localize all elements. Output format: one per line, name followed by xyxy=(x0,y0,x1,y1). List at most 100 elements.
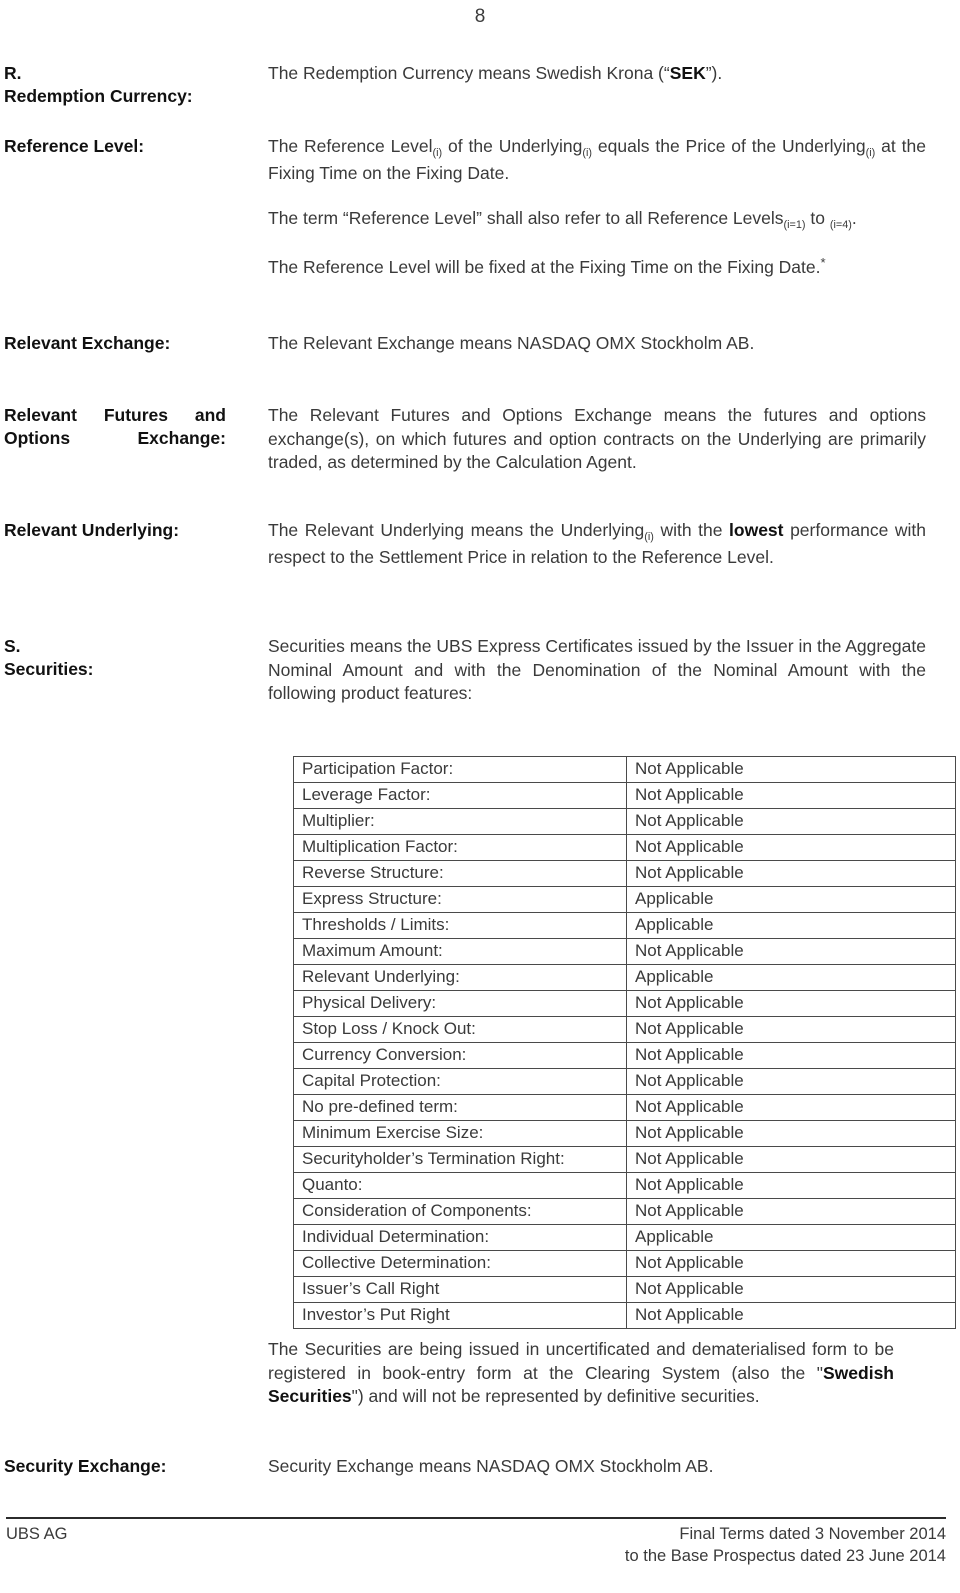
text-run: equals the Price of the Underlying xyxy=(592,136,866,156)
table-row: Currency Conversion: Not Applicable xyxy=(293,1042,956,1069)
page-footer: UBS AG Final Terms dated 3 November 2014… xyxy=(6,1523,946,1567)
definition-row: Relevant Futures and Options Exchange: Th… xyxy=(0,404,960,475)
feature-status-cell: Not Applicable xyxy=(626,808,956,835)
definition-description: Securities means the UBS Express Certifi… xyxy=(268,635,960,706)
feature-name-cell: Investor’s Put Right xyxy=(293,1302,627,1329)
table-row: Maximum Amount: Not Applicable xyxy=(293,938,956,965)
definition-term-label: Securities: xyxy=(4,659,94,679)
table-row: Collective Determination: Not Applicable xyxy=(293,1250,956,1277)
text-run: The Redemption Currency means Swedish Kr… xyxy=(268,63,670,83)
definition-paragraph: The Relevant Exchange means NASDAQ OMX S… xyxy=(268,332,926,356)
definition-paragraph: The Relevant Underlying means the Underl… xyxy=(268,519,926,569)
feature-status-cell: Not Applicable xyxy=(626,990,956,1017)
definition-row: Security Exchange: Security Exchange mean… xyxy=(0,1455,960,1479)
definition-term: S. Securities: xyxy=(0,635,268,681)
feature-name-cell: Collective Determination: xyxy=(293,1250,627,1277)
table-row: Express Structure: Applicable xyxy=(293,886,956,913)
feature-status-cell: Not Applicable xyxy=(626,834,956,861)
feature-name-cell: Consideration of Components: xyxy=(293,1198,627,1225)
definition-term: Relevant Futures and Options Exchange: xyxy=(0,404,268,450)
feature-name-cell: Maximum Amount: xyxy=(293,938,627,965)
feature-name-cell: Leverage Factor: xyxy=(293,782,627,809)
subscript-index: (i) xyxy=(865,146,876,159)
definition-description: The Reference Level(i) of the Underlying… xyxy=(268,135,960,280)
definition-paragraph: The Redemption Currency means Swedish Kr… xyxy=(268,62,926,86)
closing-paragraph: The Securities are being issued in uncer… xyxy=(268,1338,928,1409)
feature-status-cell: Not Applicable xyxy=(626,782,956,809)
feature-status-cell: Not Applicable xyxy=(626,1276,956,1303)
page-number: 8 xyxy=(474,6,486,27)
subscript-index: (i=4) xyxy=(829,218,852,231)
feature-status-cell: Not Applicable xyxy=(626,1016,956,1043)
text-run: of the Underlying xyxy=(442,136,583,156)
text-run: The Reference Level xyxy=(268,136,433,156)
footer-terms-line2: to the Base Prospectus dated 23 June 201… xyxy=(624,1547,946,1565)
feature-name-cell: Express Structure: xyxy=(293,886,627,913)
feature-name-cell: Physical Delivery: xyxy=(293,990,627,1017)
definition-term: R. Redemption Currency: xyxy=(0,62,268,108)
feature-name-cell: No pre-defined term: xyxy=(293,1094,627,1121)
table-row: Individual Determination: Applicable xyxy=(293,1224,956,1251)
table-row: Minimum Exercise Size: Not Applicable xyxy=(293,1120,956,1147)
feature-name-cell: Stop Loss / Knock Out: xyxy=(293,1016,627,1043)
footer-terms-line1: Final Terms dated 3 November 2014 xyxy=(679,1525,946,1543)
definition-term-label: Reference Level: xyxy=(4,136,145,156)
subscript-index: (i=1) xyxy=(783,218,806,231)
table-row: Leverage Factor: Not Applicable xyxy=(293,782,956,809)
table-row: Relevant Underlying: Applicable xyxy=(293,964,956,991)
section-letter: R. xyxy=(4,63,22,83)
definition-term-label: Relevant Underlying: xyxy=(4,520,180,540)
table-row: Issuer’s Call Right Not Applicable xyxy=(293,1276,956,1303)
table-row: Multiplier: Not Applicable xyxy=(293,808,956,835)
text-run: Security Exchange means NASDAQ OMX Stock… xyxy=(268,1456,714,1476)
subscript-index: (i) xyxy=(644,530,654,543)
feature-status-cell: Applicable xyxy=(626,886,956,913)
footer-terms: Final Terms dated 3 November 2014 to the… xyxy=(625,1523,946,1567)
feature-name-cell: Multiplier: xyxy=(293,808,627,835)
feature-status-cell: Not Applicable xyxy=(626,860,956,887)
table-row: Capital Protection: Not Applicable xyxy=(293,1068,956,1095)
text-run: The Relevant Underlying means the Underl… xyxy=(268,520,645,540)
table-row: Thresholds / Limits: Applicable xyxy=(293,912,956,939)
feature-status-cell: Applicable xyxy=(626,964,956,991)
feature-status-cell: Not Applicable xyxy=(626,756,956,783)
definition-paragraph: The Reference Level will be fixed at the… xyxy=(268,254,926,281)
definition-row: R. Redemption Currency: The Redemption Cur… xyxy=(0,62,960,108)
definition-description: The Relevant Underlying means the Underl… xyxy=(268,519,960,569)
definition-row: S. Securities: Securities means the UBS Ex… xyxy=(0,635,960,706)
feature-name-cell: Thresholds / Limits: xyxy=(293,912,627,939)
product-features-table: Participation Factor: Not Applicable Lever… xyxy=(293,756,956,1329)
table-row: Reverse Structure: Not Applicable xyxy=(293,860,956,887)
definition-paragraph: The term “Reference Level” shall also re… xyxy=(268,207,926,234)
definition-description: Security Exchange means NASDAQ OMX Stock… xyxy=(268,1455,960,1479)
table-row: Securityholder’s Termination Right: Not A… xyxy=(293,1146,956,1173)
definition-paragraph: The Relevant Futures and Options Exchang… xyxy=(268,404,926,475)
feature-status-cell: Not Applicable xyxy=(626,1172,956,1199)
document-page: 8 R. Redemption Currency: The Redemption C… xyxy=(0,0,960,1593)
text-run: ") and will not be represented by defini… xyxy=(351,1386,760,1406)
definition-term: Reference Level: xyxy=(0,135,268,158)
definition-row: Reference Level: The Reference Level(i) o… xyxy=(0,135,960,280)
feature-status-cell: Not Applicable xyxy=(626,1120,956,1147)
definition-paragraph: Securities means the UBS Express Certifi… xyxy=(268,635,926,706)
definition-term-label: Relevant Futures and Options Exchange: xyxy=(4,405,226,448)
footer-issuer: UBS AG xyxy=(6,1525,68,1543)
feature-name-cell: Multiplication Factor: xyxy=(293,834,627,861)
feature-status-cell: Not Applicable xyxy=(626,1094,956,1121)
footnote-marker: * xyxy=(820,254,826,270)
feature-status-cell: Not Applicable xyxy=(626,1250,956,1277)
emphasis-text: SEK xyxy=(669,63,706,83)
definition-paragraph: The Reference Level(i) of the Underlying… xyxy=(268,135,926,185)
feature-name-cell: Securityholder’s Termination Right: xyxy=(293,1146,627,1173)
feature-name-cell: Reverse Structure: xyxy=(293,860,627,887)
table-row: Quanto: Not Applicable xyxy=(293,1172,956,1199)
feature-name-cell: Issuer’s Call Right xyxy=(293,1276,627,1303)
feature-name-cell: Individual Determination: xyxy=(293,1224,627,1251)
table-row: Multiplication Factor: Not Applicable xyxy=(293,834,956,861)
feature-status-cell: Not Applicable xyxy=(626,1042,956,1069)
text-run: The Relevant Futures and Options Exchang… xyxy=(268,405,926,472)
feature-name-cell: Relevant Underlying: xyxy=(293,964,627,991)
feature-name-cell: Currency Conversion: xyxy=(293,1042,627,1069)
subscript-index: (i) xyxy=(432,146,443,159)
feature-status-cell: Applicable xyxy=(626,1224,956,1251)
